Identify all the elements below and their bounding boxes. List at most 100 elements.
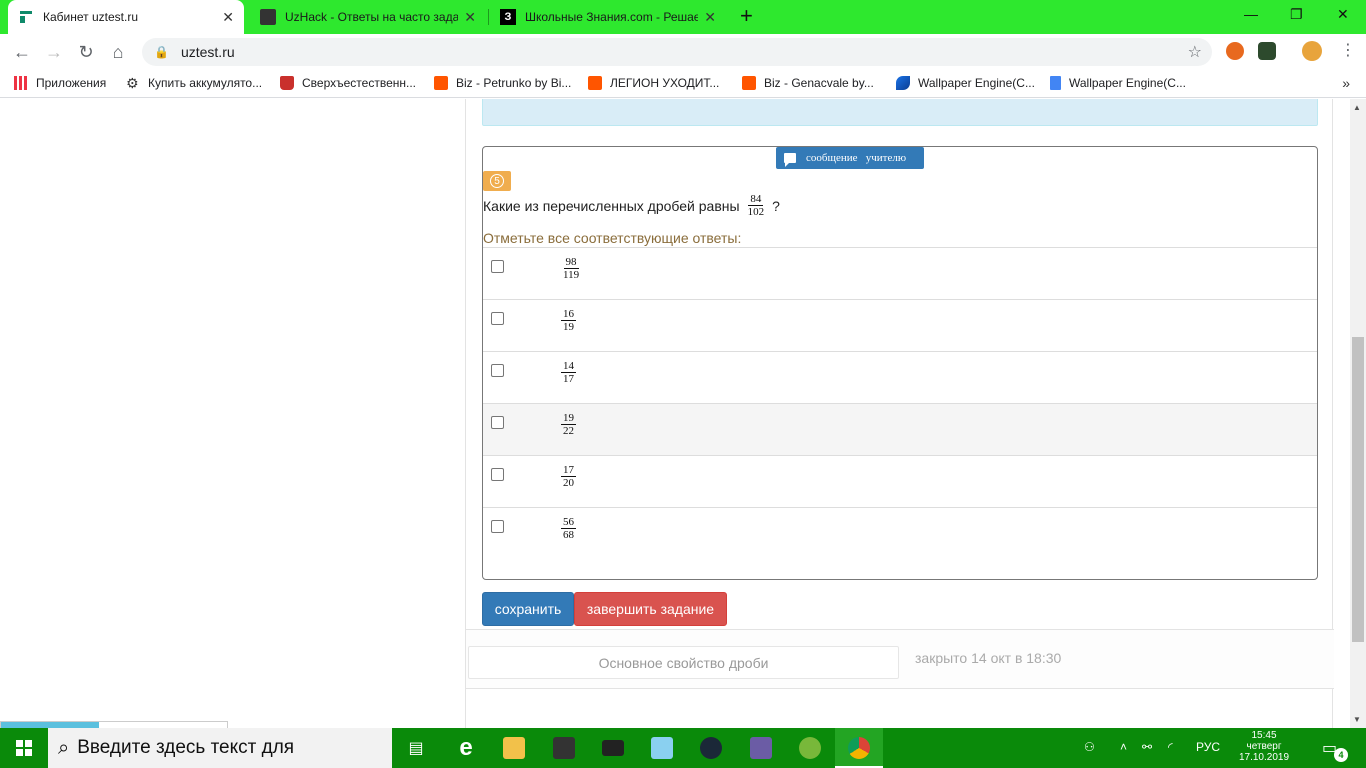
options-list: 98 119 16 19 14 17 19 22 17 20 56 68 <box>483 247 1317 559</box>
new-tab-button[interactable]: + <box>740 5 753 27</box>
option-row[interactable]: 14 17 <box>483 351 1317 403</box>
option-checkbox[interactable] <box>491 312 504 325</box>
page-content: сообщение учителю 5 Какие из перечисленн… <box>0 99 1350 728</box>
fraction-denominator: 102 <box>747 206 765 218</box>
address-bar[interactable]: 🔒 uztest.ru ☆ <box>142 38 1212 66</box>
store-icon[interactable] <box>540 728 588 768</box>
menu-kebab-icon[interactable]: ⋮ <box>1340 40 1356 60</box>
option-row[interactable]: 16 19 <box>483 299 1317 351</box>
close-tab-icon[interactable]: ✕ <box>464 9 476 26</box>
question-number: 5 <box>490 174 504 188</box>
language-indicator[interactable]: РУС <box>1196 740 1220 754</box>
tray-chevron-icon[interactable]: ˄ <box>1120 740 1127 754</box>
option-fraction: 17 20 <box>561 464 576 489</box>
question-number-badge: 5 <box>483 171 511 191</box>
close-tab-icon[interactable]: ✕ <box>222 9 234 26</box>
info-alert <box>482 99 1318 126</box>
fraction-numerator: 16 <box>561 308 576 321</box>
option-row[interactable]: 56 68 <box>483 507 1317 559</box>
extension-fire-icon[interactable] <box>1226 42 1244 60</box>
bookmark-item[interactable]: Biz - Petrunko by Bi... <box>434 76 571 90</box>
soundcloud-icon <box>588 76 602 90</box>
profile-avatar[interactable] <box>1302 41 1322 61</box>
browser-toolbar: ← → ↻ ⌂ 🔒 uztest.ru ☆ <box>0 34 1366 70</box>
notepad-icon[interactable] <box>638 728 686 768</box>
popcorn-icon <box>280 76 294 90</box>
bookmark-item[interactable]: Приложения <box>14 76 106 90</box>
scrollbar-thumb[interactable] <box>1352 337 1364 642</box>
scroll-down-icon[interactable]: ▼ <box>1353 715 1361 724</box>
message-teacher-button[interactable]: сообщение учителю <box>776 147 924 169</box>
mail-icon[interactable] <box>589 728 637 768</box>
taskbar-clock[interactable]: 15:45 четверг 17.10.2019 <box>1234 730 1294 763</box>
chrome-icon[interactable] <box>835 728 883 768</box>
extension-matrix-icon[interactable] <box>1258 42 1276 60</box>
bookmark-label: Купить аккумулято... <box>148 76 263 90</box>
fraction-denominator: 119 <box>563 269 580 281</box>
bookmark-item[interactable]: ⚙ Купить аккумулято... <box>126 76 262 90</box>
minimize-button[interactable]: — <box>1244 6 1258 22</box>
option-row[interactable]: 19 22 <box>483 403 1317 455</box>
fraction-numerator: 84 <box>748 193 764 206</box>
reload-icon[interactable]: ↻ <box>74 40 98 64</box>
windows-icon <box>16 740 32 756</box>
bookmark-item[interactable]: ЛЕГИОН УХОДИТ... <box>588 76 719 90</box>
network-icon[interactable]: ⚯ <box>1142 740 1152 754</box>
option-row[interactable]: 17 20 <box>483 455 1317 507</box>
home-icon[interactable]: ⌂ <box>106 40 130 64</box>
fraction-denominator: 68 <box>563 529 574 541</box>
option-checkbox[interactable] <box>491 468 504 481</box>
people-icon[interactable]: ⚇ <box>1084 740 1095 754</box>
file-explorer-icon[interactable] <box>490 728 538 768</box>
wifi-icon[interactable]: ◜ <box>1168 740 1173 754</box>
wallpaper-engine-icon <box>896 76 910 90</box>
game-app-icon[interactable] <box>737 728 785 768</box>
option-fraction: 16 19 <box>561 308 576 333</box>
back-icon[interactable]: ← <box>10 40 34 64</box>
option-fraction: 98 119 <box>561 256 581 281</box>
fraction-numerator: 17 <box>561 464 576 477</box>
taskbar-search[interactable]: ⌕ Введите здесь текст для <box>48 728 392 768</box>
option-checkbox[interactable] <box>491 416 504 429</box>
bookmark-label: Biz - Genacvale by... <box>764 76 874 90</box>
bookmark-label: ЛЕГИОН УХОДИТ... <box>610 76 720 90</box>
close-tab-icon[interactable]: ✕ <box>704 9 716 26</box>
finish-task-button[interactable]: завершить задание <box>574 592 727 626</box>
start-button[interactable] <box>0 728 48 768</box>
restore-button[interactable]: ❐ <box>1290 6 1303 23</box>
soundcloud-icon <box>434 76 448 90</box>
bookmark-label: Приложения <box>36 76 107 90</box>
tab-uzhack[interactable]: UzHack - Ответы на часто зада ✕ <box>250 0 486 34</box>
fraction-numerator: 19 <box>561 412 576 425</box>
option-row[interactable]: 98 119 <box>483 247 1317 299</box>
fraction-numerator: 56 <box>561 516 576 529</box>
url-text: uztest.ru <box>180 44 235 60</box>
option-fraction: 56 68 <box>561 516 576 541</box>
option-checkbox[interactable] <box>491 520 504 533</box>
task-view-icon[interactable]: ▤ <box>392 728 440 768</box>
utorrent-icon[interactable] <box>786 728 834 768</box>
option-checkbox[interactable] <box>491 260 504 273</box>
tab-znania[interactable]: З Школьные Знания.com - Решае ✕ <box>490 0 726 34</box>
close-window-button[interactable]: ✕ <box>1337 6 1349 23</box>
bookmark-item[interactable]: Biz - Genacvale by... <box>742 76 874 90</box>
closed-status: закрыто 14 окт в 18:30 <box>915 650 1062 666</box>
steam-icon[interactable] <box>687 728 735 768</box>
scroll-up-icon[interactable]: ▲ <box>1353 103 1361 112</box>
topic-link[interactable]: Основное свойство дроби <box>468 646 899 679</box>
tab-uztest[interactable]: Кабинет uztest.ru ✕ <box>8 0 244 34</box>
option-checkbox[interactable] <box>491 364 504 377</box>
fraction-numerator: 98 <box>563 256 579 269</box>
bookmark-star-icon[interactable]: ☆ <box>1188 42 1202 62</box>
bookmark-item[interactable]: Сверхъестественн... <box>280 76 416 90</box>
question-mark: ? <box>772 197 780 214</box>
forward-icon[interactable]: → <box>42 40 66 64</box>
page-scrollbar[interactable]: ▲ ▼ <box>1350 99 1366 728</box>
save-button[interactable]: сохранить <box>482 592 574 626</box>
clock-date: 17.10.2019 <box>1238 752 1290 763</box>
bookmark-item[interactable]: Wallpaper Engine(C... <box>896 76 1035 90</box>
edge-icon[interactable]: e <box>442 728 490 768</box>
taskbar: ⌕ Введите здесь текст для ▤ e ⚇ ˄ ⚯ ◜ РУ… <box>0 728 1366 768</box>
bookmark-item[interactable]: Wallpaper Engine(C... <box>1050 76 1186 90</box>
bookmarks-more-icon[interactable]: » <box>1342 75 1350 91</box>
